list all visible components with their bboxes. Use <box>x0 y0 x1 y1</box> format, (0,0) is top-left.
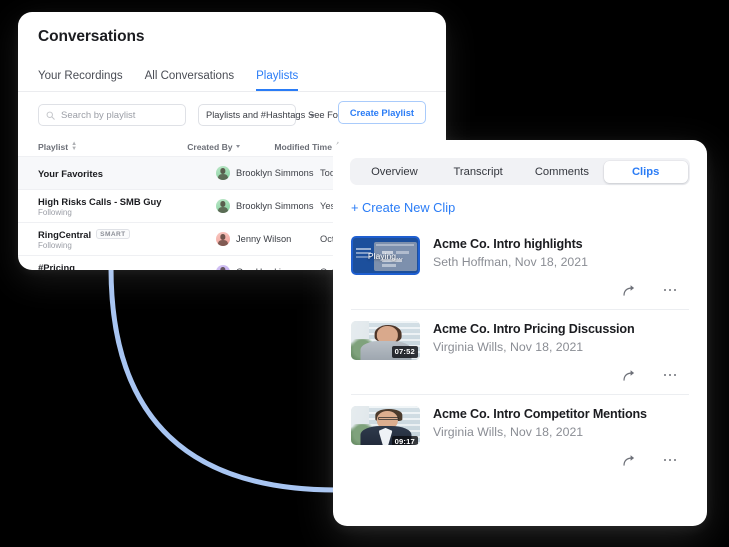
smart-badge: SMART <box>96 228 130 240</box>
list-item[interactable]: 09:17 Acme Co. Intro Competitor Mentions… <box>333 394 707 479</box>
tab-transcript[interactable]: Transcript <box>436 161 520 183</box>
clip-title[interactable]: Acme Co. Intro highlights <box>433 237 588 251</box>
clip-actions <box>351 275 689 309</box>
more-horizontal-icon[interactable] <box>661 282 679 298</box>
clips-panel: Overview Transcript Comments Clips + Cre… <box>333 140 707 526</box>
playlist-cell: High Risks Calls - SMB Guy Following <box>38 196 216 217</box>
playlist-name: RingCentral SMART <box>38 229 216 240</box>
playlist-name-text: Your Favorites <box>38 167 103 179</box>
list-item[interactable]: 07:52 Acme Co. Intro Pricing Discussion … <box>333 309 707 394</box>
clip-actions <box>351 360 689 394</box>
list-item[interactable]: Playing... Acme Co. Intro highlights Set… <box>333 225 707 309</box>
tab-your-recordings[interactable]: Your Recordings <box>38 70 123 91</box>
playlist-name-text: #Pricing <box>38 261 75 271</box>
avatar <box>216 232 230 246</box>
playlist-following-label: Following <box>38 207 72 217</box>
playlist-name-text: High Risks Calls - SMB Guy <box>38 195 162 207</box>
column-header-modified-time[interactable]: Modified Time ▲▼ <box>274 141 341 152</box>
column-header-playlist[interactable]: Playlist ▲ ▼ <box>38 141 187 152</box>
clip-meta: Virginia Wills, Nov 18, 2021 <box>433 340 584 354</box>
search-playlist-field[interactable]: Search by playlist <box>38 104 186 126</box>
clip-title[interactable]: Acme Co. Intro Competitor Mentions <box>433 407 647 421</box>
tab-clips[interactable]: Clips <box>603 160 688 183</box>
playlist-name: High Risks Calls - SMB Guy <box>38 196 216 207</box>
created-by-cell: Guy Hawkins <box>216 265 320 270</box>
column-header-created-by[interactable]: Created By <box>187 142 274 152</box>
playlist-following-label: Following <box>38 240 72 250</box>
chevron-down-icon-created-by[interactable] <box>235 145 240 148</box>
playlist-name: #Pricing <box>38 262 216 271</box>
share-arrow-icon[interactable] <box>621 452 639 468</box>
tab-playlists[interactable]: Playlists <box>256 70 299 91</box>
share-arrow-icon[interactable] <box>621 282 639 298</box>
share-arrow-icon[interactable] <box>621 367 639 383</box>
clip-thumbnail[interactable]: 07:52 <box>351 321 420 360</box>
clip-meta: Seth Hoffman, Nov 18, 2021 <box>433 255 588 269</box>
created-by-cell: Brooklyn Simmons <box>216 199 320 213</box>
playing-status-label: Playing... <box>367 250 404 261</box>
created-by-name: Brooklyn Simmons <box>236 201 314 211</box>
column-label-modified-time: Modified Time <box>274 141 332 152</box>
avatar <box>216 199 230 213</box>
clip-duration-badge: 07:52 <box>391 346 418 358</box>
playlist-name-text: RingCentral <box>38 228 92 240</box>
tab-all-conversations[interactable]: All Conversations <box>145 70 234 91</box>
clips-panel-tabbar: Overview Transcript Comments Clips <box>350 158 690 185</box>
clip-list: Playing... Acme Co. Intro highlights Set… <box>333 225 707 479</box>
create-playlist-button[interactable]: Create Playlist <box>337 101 426 124</box>
tab-overview[interactable]: Overview <box>353 161 437 183</box>
clip-thumbnail[interactable]: Playing... <box>351 236 420 275</box>
clip-title[interactable]: Acme Co. Intro Pricing Discussion <box>433 322 635 336</box>
composition-stage: Conversations Your Recordings All Conver… <box>0 0 729 547</box>
avatar <box>216 166 230 180</box>
more-horizontal-icon[interactable] <box>661 452 679 468</box>
clip-actions <box>351 445 689 479</box>
clip-meta: Virginia Wills, Nov 18, 2021 <box>433 425 584 439</box>
clip-duration-badge: 09:17 <box>391 436 418 445</box>
create-new-clip-link[interactable]: + Create New Clip <box>351 200 455 215</box>
page-title: Conversations <box>38 28 145 45</box>
playlist-type-value: Playlists and #Hashtags <box>206 110 306 120</box>
playlist-cell: #Pricing Following <box>38 262 216 271</box>
tab-comments[interactable]: Comments <box>520 161 604 183</box>
created-by-cell: Jenny Wilson <box>216 232 320 246</box>
sort-icon-playlist[interactable]: ▲ ▼ <box>71 141 77 152</box>
conversations-tabbar: Your Recordings All Conversations Playli… <box>18 54 446 92</box>
created-by-name: Jenny Wilson <box>236 234 292 244</box>
playlist-cell: RingCentral SMART Following <box>38 229 216 250</box>
playlist-type-select[interactable]: Playlists and #Hashtags <box>198 104 316 126</box>
playlist-cell: Your Favorites <box>38 168 216 179</box>
created-by-cell: Brooklyn Simmons <box>216 166 320 180</box>
clip-thumbnail[interactable]: 09:17 <box>351 406 420 445</box>
created-by-name: Brooklyn Simmons <box>236 168 314 178</box>
column-label-created-by: Created By <box>187 141 233 152</box>
column-label-playlist: Playlist <box>38 141 69 152</box>
avatar <box>216 265 230 270</box>
more-horizontal-icon[interactable] <box>661 367 679 383</box>
created-by-name: Guy Hawkins <box>236 267 291 270</box>
search-placeholder: Search by playlist <box>61 109 136 121</box>
playlist-name: Your Favorites <box>38 168 216 179</box>
search-icon <box>46 111 55 120</box>
